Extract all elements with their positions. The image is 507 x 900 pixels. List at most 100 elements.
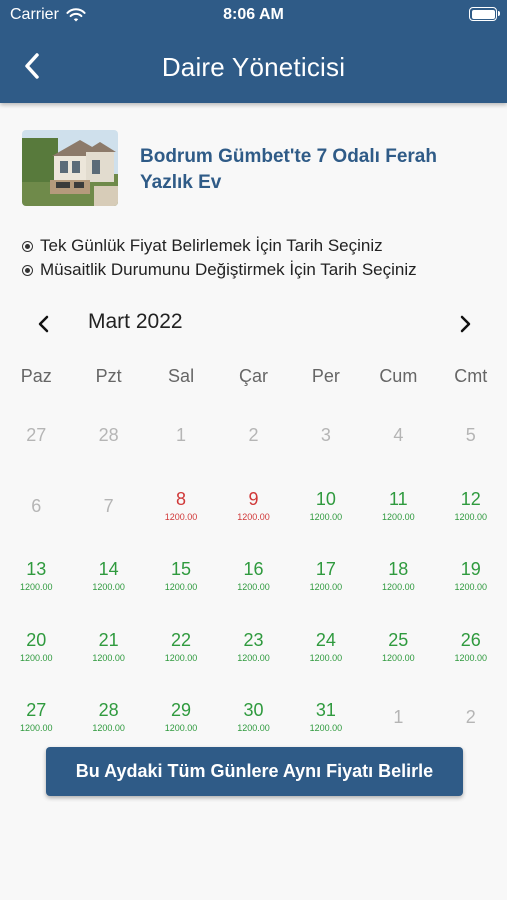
day-number: 1 [393,706,404,727]
calendar-day: 1 [145,400,217,470]
calendar-day[interactable]: 8 1200.00 [145,470,217,540]
calendar-day[interactable]: 30 1200.00 [217,682,289,752]
next-month-button[interactable] [451,310,479,338]
calendar-day[interactable]: 27 1200.00 [0,682,72,752]
prev-month-button[interactable] [30,310,58,338]
calendar-day: 3 [290,400,362,470]
calendar-day[interactable]: 11 1200.00 [362,470,434,540]
calendar-week: 13 1200.00 14 1200.00 15 1200.00 16 1200.00 17 12… [0,541,507,611]
day-number: 6 [31,495,42,516]
day-price: 1200.00 [382,582,415,593]
day-number: 12 [460,489,481,510]
month-label: Mart 2022 [88,310,183,333]
day-number: 8 [176,489,187,510]
calendar-day: 4 [362,400,434,470]
day-price: 1200.00 [237,582,270,593]
calendar-day[interactable]: 25 1200.00 [362,611,434,681]
calendar-day[interactable]: 16 1200.00 [217,541,289,611]
day-number: 30 [243,700,264,721]
weekday-label: Cum [379,366,418,386]
property-thumbnail [22,130,118,206]
day-number: 13 [26,559,47,580]
day-number: 9 [248,489,259,510]
day-number: 17 [315,559,336,580]
calendar-grid: 27 28 1 2 3 4 5 6 7 8 1200.00 9 1200.00 10 1200.00 11 12… [0,400,507,752]
calendar-day[interactable]: 15 1200.00 [145,541,217,611]
calendar-day[interactable]: 28 1200.00 [72,682,144,752]
day-number: 4 [393,425,404,446]
day-number: 26 [460,629,481,650]
calendar-day[interactable]: 17 1200.00 [290,541,362,611]
calendar-day[interactable]: 24 1200.00 [290,611,362,681]
calendar-day: 6 [0,470,72,540]
day-price: 1200.00 [92,723,125,734]
calendar-day[interactable]: 10 1200.00 [290,470,362,540]
day-number: 23 [243,629,264,650]
day-number: 10 [315,489,336,510]
calendar-day[interactable]: 19 1200.00 [435,541,507,611]
calendar-day[interactable]: 9 1200.00 [217,470,289,540]
day-number: 18 [388,559,409,580]
day-number: 28 [98,700,119,721]
calendar-day[interactable]: 31 1200.00 [290,682,362,752]
calendar-week: 27 1200.00 28 1200.00 29 1200.00 30 1200.00 31 12… [0,682,507,752]
day-price: 1200.00 [454,512,488,523]
calendar-day[interactable]: 18 1200.00 [362,541,434,611]
calendar-day[interactable]: 23 1200.00 [217,611,289,681]
calendar-day[interactable]: 22 1200.00 [145,611,217,681]
day-price: 1200.00 [454,582,488,593]
calendar-day[interactable]: 13 1200.00 [0,541,72,611]
day-number: 16 [243,559,264,580]
day-price: 1200.00 [382,512,415,523]
calendar-week: 20 1200.00 21 1200.00 22 1200.00 23 1200.00 24 12… [0,611,507,681]
calendar-day[interactable]: 21 1200.00 [72,611,144,681]
day-number: 25 [388,629,409,650]
chevron-right-icon [460,315,471,333]
weekday-label: Paz [20,366,52,386]
day-number: 27 [26,700,47,721]
weekday-label: Pzt [95,366,122,386]
day-number: 20 [26,629,47,650]
calendar-day[interactable]: 20 1200.00 [0,611,72,681]
calendar-day: 5 [435,400,507,470]
calendar-day: 7 [72,470,144,540]
day-price: 1200.00 [92,652,125,663]
radio-dot-icon [22,240,33,252]
day-number: 5 [465,425,476,446]
calendar-day[interactable]: 29 1200.00 [145,682,217,752]
battery-icon [469,7,500,21]
day-number: 24 [315,629,336,650]
calendar-day: 27 [0,400,72,470]
calendar-day: 2 [217,400,289,470]
month-navigator: Mart 2022 [0,306,507,342]
day-price: 1200.00 [164,512,198,523]
calendar-day[interactable]: 12 1200.00 [435,470,507,540]
day-price: 1200.00 [454,652,488,663]
calendar-week: 27 28 1 2 3 4 5 [0,400,507,470]
calendar-day[interactable]: 26 1200.00 [435,611,507,681]
calendar-day[interactable]: 14 1200.00 [72,541,144,611]
instruction-item: Tek Günlük Fiyat Belirlemek İçin Tarih S… [22,234,417,258]
instruction-item: Müsaitlik Durumunu Değiştirmek İçin Tari… [22,258,417,282]
day-price: 1200.00 [164,582,198,593]
calendar-day: 2 [435,682,507,752]
set-month-price-button[interactable]: Bu Aydaki Tüm Günlere Aynı Fiyatı Belirl… [46,747,463,796]
day-price: 1200.00 [237,652,270,663]
day-number: 27 [26,425,47,446]
weekday-label: Çar [238,366,268,386]
day-number: 31 [315,700,336,721]
day-price: 1200.00 [309,723,343,734]
day-number: 2 [465,706,476,727]
day-number: 14 [98,559,119,580]
weekday-label: Per [311,366,340,386]
day-price: 1200.00 [309,652,343,663]
calendar-week: 6 7 8 1200.00 9 1200.00 10 1200.00 11 1200.00 12 12… [0,470,507,540]
day-price: 1200.00 [19,652,53,663]
day-number: 7 [103,495,114,516]
instruction-text: Tek Günlük Fiyat Belirlemek İçin Tarih S… [40,236,383,255]
property-card: Bodrum Gümbet'te 7 Odalı Ferah Yazlık Ev [22,130,437,206]
day-number: 22 [171,629,192,650]
day-price: 1200.00 [309,582,343,593]
day-number: 28 [98,425,119,446]
day-number: 1 [176,425,187,446]
